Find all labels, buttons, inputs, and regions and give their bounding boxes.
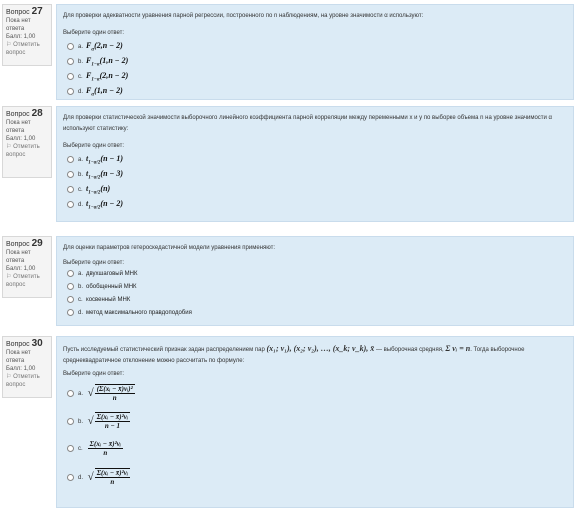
question-mark: Балл: 1,00 xyxy=(6,366,36,372)
answer-option[interactable]: b. обобщенный МНК xyxy=(63,281,567,294)
radio-button[interactable] xyxy=(67,308,74,316)
answer-option[interactable]: c. F1−α(2,n − 2) xyxy=(63,68,567,83)
question-content: Пусть исследуемый статистический признак… xyxy=(56,336,574,508)
answer-formula: Σ(xᵢ − x̄)²νᵢ n − 1 xyxy=(94,412,131,430)
question-info: Вопрос 27 Пока нет ответа Балл: 1,00 ⚐ О… xyxy=(2,4,52,66)
question-content: Для проверки статистической значимости в… xyxy=(56,106,574,222)
question-status: Пока нет ответа xyxy=(6,350,31,364)
flag-question-link[interactable]: ⚐ Отметить вопрос xyxy=(6,143,48,159)
answer-formula: Σ(xᵢ − x̄)²νᵢ n xyxy=(94,468,131,486)
radio-button[interactable] xyxy=(67,155,74,163)
answer-formula: Σ(xᵢ − x̄)²νᵢ n xyxy=(87,439,123,457)
question-info: Вопрос 30 Пока нет ответа Балл: 1,00 ⚐ О… xyxy=(2,336,52,398)
radio-button[interactable] xyxy=(67,170,74,178)
sqrt-icon: √ xyxy=(87,415,94,427)
flag-icon: ⚐ xyxy=(6,274,12,280)
question-status: Пока нет ответа xyxy=(6,250,31,264)
answer-option[interactable]: a. √ (Σ(xᵢ − x̄)νᵢ)² n xyxy=(63,379,567,407)
radio-button[interactable] xyxy=(67,185,74,193)
answer-formula: (Σ(xᵢ − x̄)νᵢ)² n xyxy=(94,384,135,402)
answer-option[interactable]: d. Fα(1,n − 2) xyxy=(63,83,567,98)
radio-button[interactable] xyxy=(67,282,74,290)
radio-button[interactable] xyxy=(67,42,74,50)
radio-button[interactable] xyxy=(67,57,74,65)
question-text: Пусть исследуемый статистический признак… xyxy=(63,344,525,364)
radio-button[interactable] xyxy=(67,269,74,277)
flag-icon: ⚐ xyxy=(6,144,12,150)
answer-prompt: Выберите один ответ: xyxy=(63,30,125,36)
question-status: Пока нет ответа xyxy=(6,18,31,32)
radio-button[interactable] xyxy=(67,72,74,80)
radio-button[interactable] xyxy=(67,200,74,208)
sqrt-icon: √ xyxy=(87,471,94,483)
answer-formula: t1−α/2(n − 2) xyxy=(86,199,124,211)
answer-prompt: Выберите один ответ: xyxy=(63,371,125,377)
question-mark: Балл: 1,00 xyxy=(6,34,36,40)
question-text: Для проверки статистической значимости в… xyxy=(63,115,553,132)
answer-option[interactable]: c. Σ(xᵢ − x̄)²νᵢ n xyxy=(63,435,567,463)
question-mark: Балл: 1,00 xyxy=(6,266,36,272)
answer-formula: F1−α(1,n − 2) xyxy=(86,56,129,68)
answer-option[interactable]: a. t1−α/2(n − 1) xyxy=(63,151,567,166)
question-status: Пока нет ответа xyxy=(6,120,31,134)
question-number: Вопрос 27 xyxy=(6,6,43,17)
answer-option[interactable]: b. t1−α/2(n − 3) xyxy=(63,166,567,181)
question-info: Вопрос 29 Пока нет ответа Балл: 1,00 ⚐ О… xyxy=(2,236,52,298)
flag-question-link[interactable]: ⚐ Отметить вопрос xyxy=(6,41,48,57)
question-text: Для проверки адекватности уравнения парн… xyxy=(63,13,424,19)
radio-button[interactable] xyxy=(67,295,74,303)
question-mark: Балл: 1,00 xyxy=(6,136,36,142)
answer-formula: F1−α(2,n − 2) xyxy=(86,71,129,83)
answer-option[interactable]: b. F1−α(1,n − 2) xyxy=(63,53,567,68)
answer-option[interactable]: a. двухшаговый МНК xyxy=(63,268,567,281)
question-number: Вопрос 28 xyxy=(6,108,43,119)
answer-formula: t1−α/2(n) xyxy=(86,184,111,196)
answer-option[interactable]: b. √ Σ(xᵢ − x̄)²νᵢ n − 1 xyxy=(63,407,567,435)
answer-formula: t1−α/2(n − 1) xyxy=(86,154,124,166)
answer-option[interactable]: c. косвенный МНК xyxy=(63,294,567,307)
answer-text: метод максимального правдоподобия xyxy=(86,310,192,316)
sqrt-icon: √ xyxy=(87,387,94,399)
radio-button[interactable] xyxy=(67,389,74,397)
question-number: Вопрос 29 xyxy=(6,238,43,249)
flag-icon: ⚐ xyxy=(6,374,12,380)
radio-button[interactable] xyxy=(67,473,74,481)
answer-option[interactable]: a. Fα(2,n − 2) xyxy=(63,38,567,53)
flag-question-link[interactable]: ⚐ Отметить вопрос xyxy=(6,273,48,289)
flag-icon: ⚐ xyxy=(6,42,12,48)
answer-option[interactable]: d. метод максимального правдоподобия xyxy=(63,307,567,320)
answer-formula: Fα(1,n − 2) xyxy=(86,86,123,98)
answer-option[interactable]: d. t1−α/2(n − 2) xyxy=(63,196,567,211)
answer-prompt: Выберите один ответ: xyxy=(63,260,125,266)
answer-text: обобщенный МНК xyxy=(86,284,137,290)
question-info: Вопрос 28 Пока нет ответа Балл: 1,00 ⚐ О… xyxy=(2,106,52,178)
answer-text: двухшаговый МНК xyxy=(86,271,138,277)
question-text: Для оценки параметров гетероскедастичной… xyxy=(63,245,276,251)
radio-button[interactable] xyxy=(67,87,74,95)
sum-formula: Σ νᵢ = n xyxy=(445,344,471,353)
answer-prompt: Выберите один ответ: xyxy=(63,143,125,149)
radio-button[interactable] xyxy=(67,444,74,452)
question-content: Для оценки параметров гетероскедастичной… xyxy=(56,236,574,326)
answer-formula: t1−α/2(n − 3) xyxy=(86,169,124,181)
answer-formula: Fα(2,n − 2) xyxy=(86,41,123,53)
answer-option[interactable]: c. t1−α/2(n) xyxy=(63,181,567,196)
question-number: Вопрос 30 xyxy=(6,338,43,349)
radio-button[interactable] xyxy=(67,417,74,425)
question-content: Для проверки адекватности уравнения парн… xyxy=(56,4,574,100)
answer-option[interactable]: d. √ Σ(xᵢ − x̄)²νᵢ n xyxy=(63,463,567,491)
answer-text: косвенный МНК xyxy=(86,297,131,303)
pairs-formula: (x₁; ν₁), (x₂; ν₂), …, (x_k; ν_k), x̄ xyxy=(266,344,375,353)
flag-question-link[interactable]: ⚐ Отметить вопрос xyxy=(6,373,48,389)
